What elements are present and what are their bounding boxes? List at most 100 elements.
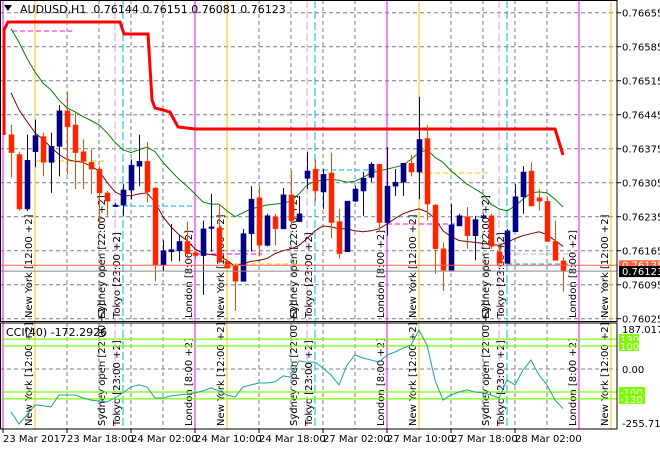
cci-min-label: -255.7108: [622, 419, 660, 430]
candle-body: [304, 170, 311, 179]
cci-title: CCI(40) -172.2926: [6, 326, 108, 339]
price-label: 0.76515: [622, 77, 660, 88]
ohlc-label: 0.76144 0.76151 0.76081 0.76123: [93, 3, 286, 16]
price-label: 0.76655: [622, 9, 660, 20]
candle-body: [216, 227, 223, 262]
candle-body: [136, 161, 143, 167]
candle-body: [32, 135, 39, 152]
candle-body: [96, 168, 103, 194]
chart-title: AUDUSD,H1 0.76144 0.76151 0.76081 0.7612…: [20, 3, 286, 16]
candle-body: [448, 224, 455, 271]
time-label: 27 Mar 10:00: [387, 434, 454, 445]
session-label-london: London [8:00 +2]: [376, 338, 387, 426]
session-label-london: London [8:00 +2]: [568, 338, 579, 426]
session-label-new-york: New York [12:00 +2]: [408, 214, 419, 318]
candle-body: [72, 124, 79, 153]
candle-body: [528, 170, 535, 207]
candle-body: [24, 160, 31, 210]
candle-body: [552, 241, 559, 261]
session-label-sydney: Sydney open [22:00 +2]: [97, 195, 108, 318]
time-label: 28 Mar 02:00: [515, 434, 582, 445]
candle-body: [344, 200, 351, 252]
candle-body: [336, 221, 343, 254]
candle-body: [320, 174, 327, 193]
chart-canvas[interactable]: New York [12:00 +2] New York [12:00 +2] Sy…: [0, 0, 660, 450]
candle-body: [536, 197, 543, 202]
candle-body: [416, 139, 423, 173]
session-label-london: London [8:00 +2]: [568, 230, 579, 318]
candle-body: [296, 213, 303, 222]
candle-body: [16, 154, 23, 210]
price-label: 0.76445: [622, 111, 660, 122]
candle-body: [168, 249, 175, 252]
candle-body: [392, 181, 399, 187]
candle-body: [200, 228, 207, 256]
candle-body: [112, 204, 119, 207]
candle-body: [560, 260, 567, 272]
time-label: 27 Mar 18:00: [451, 434, 518, 445]
session-label-london: London [8:00 +2]: [184, 338, 195, 426]
cci-level-label: 100: [620, 342, 639, 353]
session-label-new-york: New York [12:00 +2]: [600, 214, 611, 318]
candle-body: [408, 162, 415, 173]
candle-body: [432, 204, 439, 250]
time-label: 23 Mar 18:00: [67, 434, 134, 445]
candle-body: [496, 251, 503, 264]
time-label: 23 Mar 2017: [3, 434, 66, 445]
candle-body: [152, 187, 159, 266]
triangle-down-icon[interactable]: [4, 5, 12, 11]
ma-fast-line: [10, 28, 564, 218]
candle-body: [520, 171, 527, 198]
session-label-tokyo: Tokyo [23:00 +2]: [112, 232, 123, 319]
candle-body: [424, 138, 431, 205]
trailing-step-line: [2, 20, 565, 156]
candle-body: [328, 172, 335, 223]
candle-body: [376, 163, 383, 223]
candle-body: [232, 265, 239, 282]
symbol-label: AUDUSD,H1: [20, 3, 87, 16]
candle-body: [48, 145, 55, 163]
candle-body: [88, 162, 95, 170]
candle-body: [360, 178, 367, 192]
candle-body: [280, 194, 287, 230]
session-label-london: London [8:00 +2]: [376, 230, 387, 318]
candle-body: [256, 197, 263, 246]
session-label-tokyo: Tokyo [23:00 +2]: [304, 340, 315, 427]
session-label-tokyo: Tokyo [23:00 +2]: [112, 340, 123, 427]
session-label-tokyo: Tokyo [23:00 +2]: [304, 232, 315, 319]
candle-body: [368, 163, 375, 178]
price-label: 0.76375: [622, 145, 660, 156]
candle-body: [40, 136, 47, 163]
session-label-new-york: New York [12:00 +2]: [24, 214, 35, 318]
candle-body: [192, 252, 199, 256]
candle-body: [104, 192, 111, 202]
candle-body: [64, 110, 71, 128]
candle-body: [248, 198, 255, 234]
candle-body: [144, 161, 151, 193]
candle-body: [128, 164, 135, 191]
candle-body: [400, 162, 407, 183]
candle-body: [512, 196, 519, 233]
session-label-new-york: New York [12:00 +2]: [408, 322, 419, 426]
cci-zero-label: 0.00: [622, 365, 644, 376]
candle-body: [384, 185, 391, 223]
candle-body: [488, 215, 495, 247]
time-label: 27 Mar 02:00: [323, 434, 390, 445]
candle-body: [80, 151, 87, 162]
candle-body: [480, 215, 487, 218]
price-label: 0.76095: [622, 281, 660, 292]
time-label: 24 Mar 02:00: [131, 434, 198, 445]
candle-body: [8, 134, 15, 153]
session-label-new-york: New York [12:00 +2]: [600, 322, 611, 426]
price-label: 0.76585: [622, 43, 660, 54]
candle-body: [504, 230, 511, 264]
price-label: 0.76165: [622, 247, 660, 258]
candle-body: [312, 168, 319, 192]
candle-body: [184, 241, 191, 254]
candle-body: [56, 110, 63, 147]
candle-body: [120, 189, 127, 206]
candle-body: [176, 241, 183, 252]
candle-body: [352, 188, 359, 202]
session-lines: New York [12:00 +2] New York [12:00 +2] Sy…: [2, 0, 612, 429]
candle-body: [544, 200, 551, 242]
